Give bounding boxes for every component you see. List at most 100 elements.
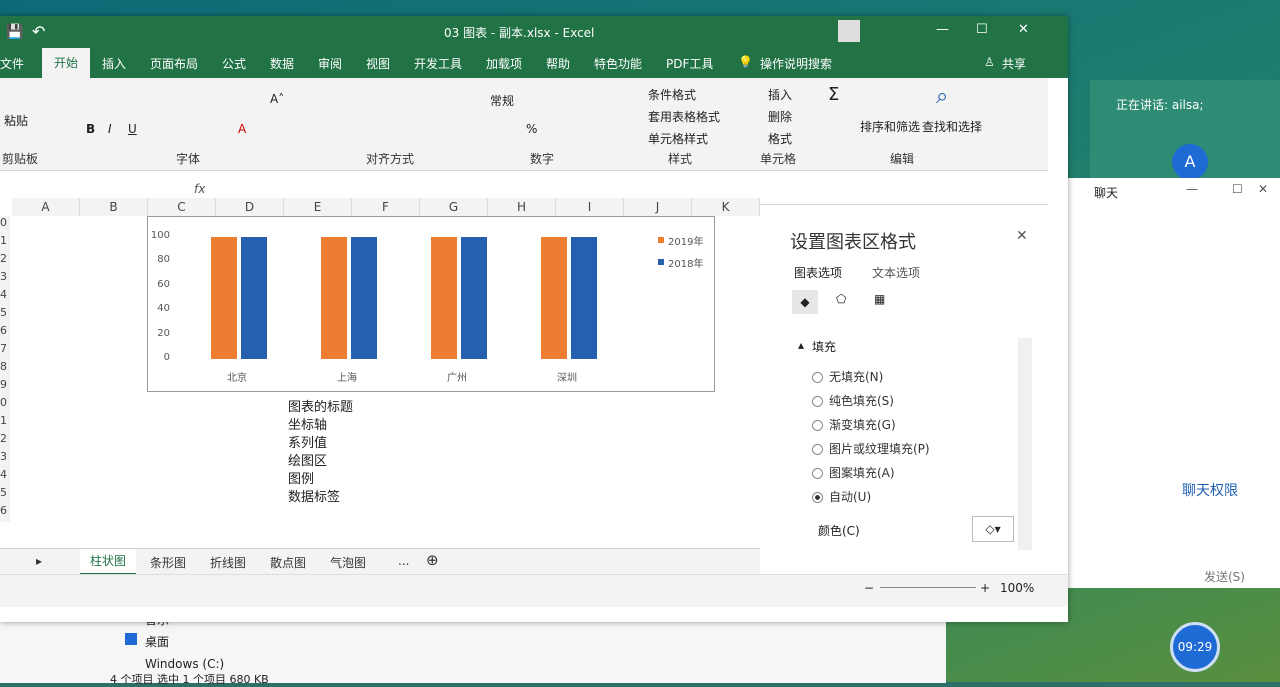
undo-icon[interactable]: ↶ (32, 22, 45, 41)
lightbulb-icon[interactable]: 💡 (738, 55, 753, 69)
tab-file[interactable]: 文件 (0, 55, 24, 72)
tab-help[interactable]: 帮助 (546, 55, 570, 72)
no-fill-radio[interactable]: 无填充(N) (812, 368, 883, 385)
send-button[interactable]: 发送(S) (1204, 568, 1245, 585)
table-format-button[interactable]: 套用表格格式 (648, 108, 720, 125)
tab-view[interactable]: 视图 (366, 55, 390, 72)
sheet-tab[interactable]: 折线图 (210, 554, 246, 571)
chart-bar[interactable] (321, 237, 347, 359)
share-button[interactable]: 共享 (1002, 55, 1026, 72)
effects-icon[interactable]: ⬠ (836, 292, 846, 306)
next-sheet-icon[interactable]: ▸ (36, 554, 42, 568)
chart-bar[interactable] (351, 237, 377, 359)
minimize-icon[interactable]: — (936, 22, 949, 37)
column-header[interactable]: F (352, 198, 420, 216)
format-cells-button[interactable]: 格式 (768, 130, 792, 147)
row-header[interactable]: 5 (0, 486, 10, 504)
tab-special[interactable]: 特色功能 (594, 55, 642, 72)
minimize-icon[interactable]: — (1186, 182, 1198, 196)
close-icon[interactable]: ✕ (1258, 182, 1268, 196)
tell-me-search[interactable]: 操作说明搜索 (760, 55, 832, 72)
sheet-tab[interactable]: 气泡图 (330, 554, 366, 571)
explorer-item[interactable]: Windows (C:) (145, 657, 224, 671)
tab-formulas[interactable]: 公式 (222, 55, 246, 72)
tab-text-options[interactable]: 文本选项 (872, 264, 920, 281)
tab-data[interactable]: 数据 (270, 55, 294, 72)
maximize-icon[interactable]: ☐ (976, 22, 988, 37)
row-header[interactable]: 8 (0, 360, 10, 378)
avatar[interactable] (838, 20, 860, 42)
chart-bar[interactable] (541, 237, 567, 359)
tab-page-layout[interactable]: 页面布局 (150, 55, 198, 72)
row-header[interactable]: 2 (0, 432, 10, 450)
add-sheet-icon[interactable]: ⊕ (426, 551, 439, 569)
sheet-tab[interactable]: 柱状图 (80, 549, 137, 575)
column-header[interactable]: I (556, 198, 624, 216)
automatic-fill-radio[interactable]: 自动(U) (812, 488, 871, 505)
pane-scrollbar[interactable] (1018, 338, 1032, 550)
insert-cells-button[interactable]: 插入 (768, 86, 792, 103)
tab-review[interactable]: 审阅 (318, 55, 342, 72)
italic-button[interactable]: I (108, 122, 112, 136)
column-header[interactable]: D (216, 198, 284, 216)
chart-bar[interactable] (241, 237, 267, 359)
chat-permission-link[interactable]: 聊天权限 (1182, 480, 1238, 500)
row-header[interactable]: 3 (0, 450, 10, 468)
row-header[interactable]: 0 (0, 396, 10, 414)
solid-fill-radio[interactable]: 纯色填充(S) (812, 392, 894, 409)
tab-developer[interactable]: 开发工具 (414, 55, 462, 72)
zoom-in-icon[interactable]: + (980, 581, 990, 595)
chart-bar[interactable] (571, 237, 597, 359)
increase-font-button[interactable]: A˄ (270, 92, 284, 106)
chart-bar[interactable] (461, 237, 487, 359)
find-select-button[interactable]: 查找和选择 (922, 118, 982, 135)
column-header[interactable]: J (624, 198, 692, 216)
tab-chart-options[interactable]: 图表选项 (794, 264, 842, 281)
row-header[interactable]: 0 (0, 216, 10, 234)
delete-cells-button[interactable]: 删除 (768, 108, 792, 125)
chart-area[interactable]: 100 80 60 40 20 0 北京 上海 广州 深圳 2019年 2018年 (147, 216, 715, 392)
sheet-tab[interactable]: 散点图 (270, 554, 306, 571)
more-sheets[interactable]: ... (398, 554, 409, 568)
color-picker-button[interactable]: ◇▾ (972, 516, 1014, 542)
function-icon[interactable]: fx (194, 182, 205, 196)
save-icon[interactable]: 💾 (6, 24, 23, 40)
row-header[interactable]: 6 (0, 504, 10, 522)
close-icon[interactable]: ✕ (1016, 228, 1028, 244)
gradient-fill-radio[interactable]: 渐变填充(G) (812, 416, 896, 433)
column-header[interactable]: H (488, 198, 556, 216)
section-arrow-icon[interactable]: ▴ (798, 338, 804, 352)
row-header[interactable]: 7 (0, 342, 10, 360)
column-header[interactable]: G (420, 198, 488, 216)
close-icon[interactable]: ✕ (1018, 22, 1029, 37)
row-header[interactable]: 3 (0, 270, 10, 288)
sort-filter-button[interactable]: 排序和筛选 (860, 118, 920, 135)
picture-fill-radio[interactable]: 图片或纹理填充(P) (812, 440, 930, 457)
pattern-fill-radio[interactable]: 图案填充(A) (812, 464, 895, 481)
cell-style-button[interactable]: 单元格样式 (648, 130, 708, 147)
zoom-slider[interactable] (880, 587, 976, 588)
column-header[interactable]: K (692, 198, 760, 216)
maximize-icon[interactable]: ☐ (1232, 182, 1243, 196)
row-header[interactable]: 6 (0, 324, 10, 342)
column-header[interactable]: C (148, 198, 216, 216)
recording-timer[interactable]: 09:29 (1170, 622, 1220, 672)
user-icon[interactable]: ♙ (984, 55, 995, 69)
row-header[interactable]: 4 (0, 468, 10, 486)
row-header[interactable]: 5 (0, 306, 10, 324)
underline-button[interactable]: U (128, 122, 137, 136)
size-properties-icon[interactable]: ▦ (874, 292, 885, 306)
percent-button[interactable]: % (526, 122, 537, 136)
column-header[interactable]: A (12, 198, 80, 216)
row-header[interactable]: 1 (0, 234, 10, 252)
fill-section-header[interactable]: 填充 (812, 338, 836, 355)
tab-addins[interactable]: 加载项 (486, 55, 522, 72)
conditional-format-button[interactable]: 条件格式 (648, 86, 696, 103)
bold-button[interactable]: B (86, 122, 95, 136)
number-format-select[interactable]: 常规 (490, 92, 514, 109)
row-header[interactable]: 9 (0, 378, 10, 396)
chart-bar[interactable] (211, 237, 237, 359)
chart-bar[interactable] (431, 237, 457, 359)
explorer-item[interactable]: 桌面 (145, 633, 169, 650)
font-color-button[interactable]: A (238, 122, 246, 136)
